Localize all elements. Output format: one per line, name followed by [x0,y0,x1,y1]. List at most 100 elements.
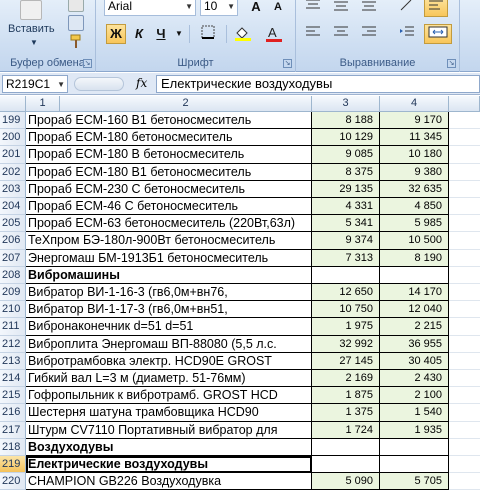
row-header[interactable]: 203 [0,180,26,198]
cell-name[interactable]: Шестерня шатуна трамбовщика HCD90 [26,404,312,422]
cell-price-3[interactable]: 10 129 [312,129,380,147]
format-painter-icon[interactable] [68,33,84,49]
cell-price-3[interactable]: 5 341 [312,215,380,233]
font-launcher-icon[interactable]: ↘ [283,59,292,68]
cell-name[interactable]: Вибратор ВИ-1-17-3 (гв6,0м+вн51, [26,301,312,319]
cut-icon[interactable] [68,0,84,12]
cell-name[interactable]: Вибронаконечник d=51 d=51 [26,318,312,336]
grow-font-button[interactable]: A [246,0,266,17]
cell-price-4[interactable] [380,438,449,456]
cell-price-3[interactable]: 27 145 [312,352,380,370]
cell-price-4[interactable]: 2 430 [380,370,449,388]
cell-price-3[interactable]: 9 374 [312,232,380,250]
cell-price-3[interactable]: 4 331 [312,198,380,216]
cell-empty[interactable] [449,456,480,474]
cell-empty[interactable] [449,164,480,181]
cell-price-4[interactable]: 2 100 [380,387,449,405]
formula-bar-resize-handle[interactable] [74,77,124,91]
cell-name[interactable]: Штурм CV7110 Портативный вибратор для [26,421,312,439]
row-header[interactable]: 204 [0,198,26,216]
align-middle-button[interactable] [330,0,352,17]
insert-function-icon[interactable]: fx [136,76,147,90]
cell-name[interactable]: Прораб ЕСМ-63 бетоносмеситель (220Вт,63л… [26,215,312,233]
cell-empty[interactable] [449,370,480,388]
row-header[interactable]: 202 [0,163,26,181]
cell-price-4[interactable]: 2 215 [380,318,449,336]
align-bottom-button[interactable] [358,0,380,17]
row-header[interactable]: 209 [0,284,26,302]
cell-price-4[interactable]: 5 985 [380,215,449,233]
column-header-3[interactable]: 3 [312,96,380,112]
row-header[interactable]: 201 [0,146,26,164]
formula-input[interactable]: Електрические воздуходувы [156,75,480,93]
select-all-corner[interactable] [0,96,26,112]
column-header-2[interactable]: 2 [60,96,312,112]
cell-price-3[interactable]: 9 085 [312,146,380,164]
cell-name[interactable]: ТеХпром БЭ-180л-900Вт бетоносмеситель [26,232,312,250]
cell-name[interactable]: Вибротрамбовка электр. HCD90E GROST [26,352,312,370]
cell-price-4[interactable]: 12 040 [380,301,449,319]
align-right-button[interactable] [358,24,380,44]
cell-name[interactable]: Прораб ЕСМ-180 бетоносмеситель [26,129,312,147]
row-header[interactable]: 208 [0,266,26,284]
cell-price-4[interactable]: 10 500 [380,232,449,250]
cell-empty[interactable] [449,129,480,147]
name-box[interactable]: R219C1 ▼ [2,75,68,93]
cell-name[interactable]: Гофропыльник к вибротрамб. GROST HCD [26,387,312,405]
cell-price-3[interactable]: 32 992 [312,335,380,353]
copy-icon[interactable] [68,15,84,31]
cell-price-3[interactable]: 5 090 [312,473,380,491]
underline-button[interactable]: Ч [151,24,171,44]
cell-price-3[interactable]: 1 724 [312,421,380,439]
cell-price-3[interactable]: 10 750 [312,301,380,319]
wrap-text-button[interactable] [424,0,448,17]
cell-price-3[interactable]: 1 875 [312,387,380,405]
row-header[interactable]: 199 [0,112,26,130]
cell-empty[interactable] [449,198,480,216]
cell-empty[interactable] [449,284,480,302]
cell-name[interactable]: Прораб ЕСМ-46 С бетоносмеситель [26,198,312,216]
cell-price-4[interactable]: 1 935 [380,421,449,439]
clipboard-launcher-icon[interactable]: ↘ [83,59,92,68]
cell-name[interactable]: Прораб ЕСМ-180 В1 бетоносмеситель [26,163,312,181]
fill-color-button[interactable] [230,24,258,44]
cell-empty[interactable] [449,215,480,233]
cell-name[interactable]: Прораб ЕСМ-230 С бетоносмеситель [26,180,312,198]
cell-empty[interactable] [449,250,480,267]
cell-name[interactable]: Прораб ЕСМ-180 В бетоносмеситель [26,146,312,164]
cell-price-4[interactable]: 32 635 [380,180,449,198]
cell-price-3[interactable]: 8 375 [312,163,380,181]
align-top-button[interactable] [302,0,324,17]
cell-price-4[interactable] [380,456,449,474]
row-header[interactable]: 219 [0,456,26,474]
cell-price-4[interactable] [380,266,449,284]
cell-price-4[interactable]: 10 180 [380,146,449,164]
indent-button[interactable] [396,24,418,44]
cell-price-3[interactable]: 8 188 [312,112,380,130]
row-header[interactable]: 212 [0,335,26,353]
font-color-button[interactable]: A [261,24,289,44]
cell-empty[interactable] [449,318,480,336]
row-header[interactable]: 207 [0,249,26,267]
cell-empty[interactable] [449,404,480,422]
cell-empty[interactable] [449,112,480,130]
cell-price-3[interactable]: 1 975 [312,318,380,336]
merge-cells-button[interactable] [424,24,452,44]
cell-price-4[interactable]: 11 345 [380,129,449,147]
cell-price-3[interactable]: 2 169 [312,370,380,388]
cell-empty[interactable] [449,301,480,319]
shrink-font-button[interactable]: A [268,0,288,17]
cell-name[interactable]: Електрические воздуходувы [26,456,312,474]
cell-price-3[interactable] [312,456,380,474]
row-header[interactable]: 213 [0,352,26,370]
cell-empty[interactable] [449,181,480,198]
borders-button[interactable] [195,24,221,44]
cell-name[interactable]: Энергомаш БМ-1913Б1 бетоносмеситель [26,249,312,267]
cell-empty[interactable] [449,146,480,164]
row-header[interactable]: 200 [0,129,26,147]
row-header[interactable]: 214 [0,370,26,388]
cell-name[interactable]: CHAMPION GB226 Воздуходувка [26,473,312,491]
row-header[interactable]: 217 [0,421,26,439]
cell-price-4[interactable]: 9 380 [380,163,449,181]
row-header[interactable]: 210 [0,301,26,319]
